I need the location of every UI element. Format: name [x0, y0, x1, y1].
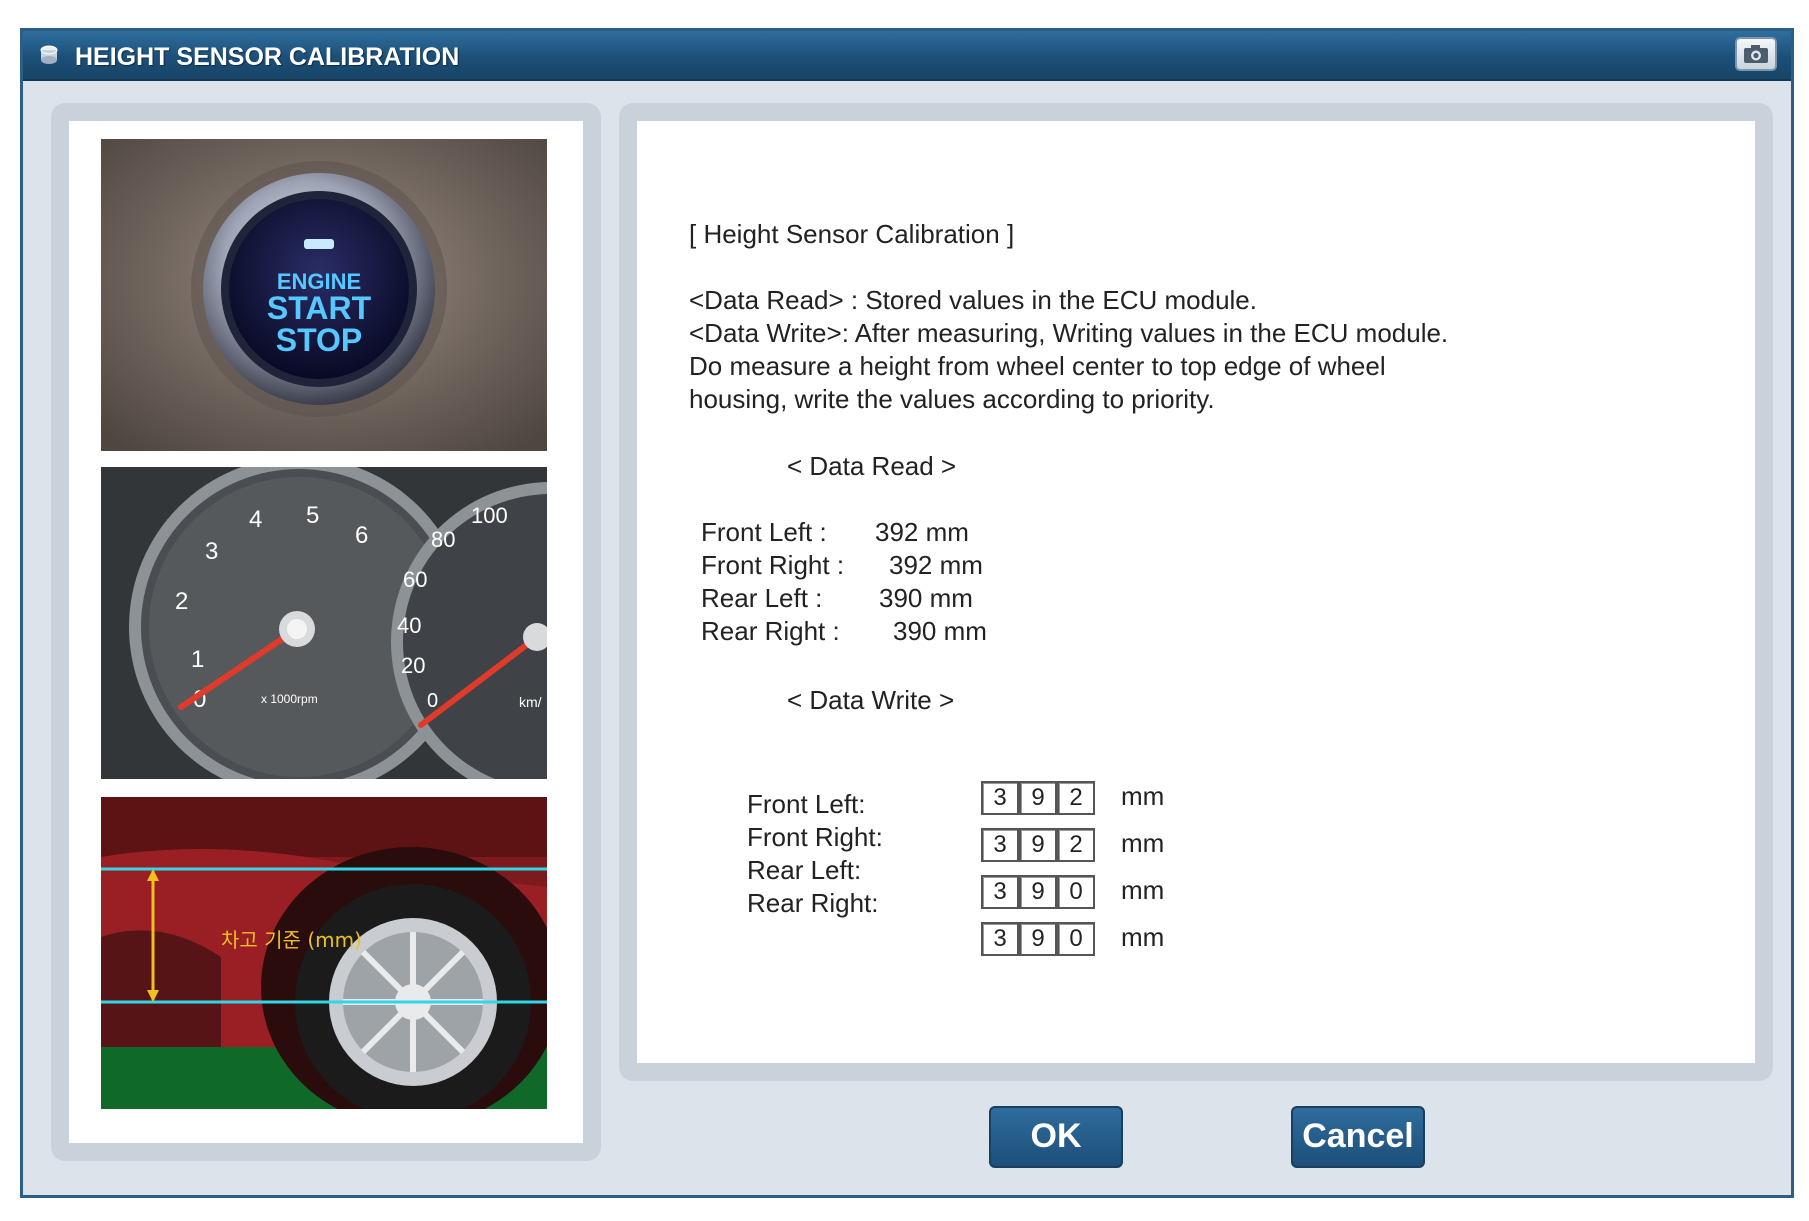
description-line-2: <Data Write>: After measuring, Writing v…: [689, 318, 1449, 348]
write-label-front-left: Front Left:: [747, 789, 866, 819]
read-value-front-left: 392 mm: [875, 517, 969, 547]
write-label-rear-left: Rear Left:: [747, 855, 862, 885]
tach-tick-4: 4: [249, 506, 262, 533]
digit-input[interactable]: 3: [981, 875, 1019, 909]
camera-icon: [1744, 45, 1768, 63]
tach-tick-1: 1: [191, 646, 204, 673]
digit-input[interactable]: 2: [1057, 828, 1095, 862]
cancel-button[interactable]: Cancel: [1291, 1106, 1425, 1168]
read-value-rear-left: 390 mm: [879, 583, 973, 613]
ok-button[interactable]: OK: [989, 1106, 1123, 1168]
read-value-front-right: 392 mm: [889, 550, 983, 580]
tach-tick-5: 5: [306, 502, 319, 529]
start-label: START: [267, 290, 372, 326]
read-label-rear-left: Rear Left :: [701, 583, 823, 613]
speed-tick-40: 40: [397, 613, 421, 638]
stop-label: STOP: [276, 322, 363, 358]
digit-input[interactable]: 9: [1019, 828, 1057, 862]
digit-input[interactable]: 3: [981, 781, 1019, 815]
title-bar: HEIGHT SENSOR CALIBRATION: [23, 31, 1791, 81]
read-label-front-right: Front Right :: [701, 550, 845, 580]
description-line-1: <Data Read> : Stored values in the ECU m…: [689, 285, 1257, 315]
description-line-3: Do measure a height from wheel center to…: [689, 351, 1386, 381]
instrument-cluster-image: 1 2 3 4 5 6 0 x 1000rpm 20 40 60 80 100 …: [101, 467, 547, 779]
digit-input[interactable]: 2: [1057, 781, 1095, 815]
screenshot-button[interactable]: [1735, 37, 1777, 71]
engine-start-button-image: ENGINE START STOP: [101, 139, 547, 451]
speed-tick-0: 0: [427, 690, 438, 712]
digit-input[interactable]: 9: [1019, 875, 1057, 909]
speed-tick-60: 60: [403, 567, 427, 592]
content-heading: [ Height Sensor Calibration ]: [689, 219, 1015, 249]
speed-unit: km/: [519, 694, 542, 710]
right-content-panel: [ Height Sensor Calibration ] <Data Read…: [619, 103, 1773, 1081]
tach-tick-6: 6: [355, 522, 368, 549]
read-label-front-left: Front Left :: [701, 517, 827, 547]
write-label-front-right: Front Right:: [747, 822, 883, 852]
speed-tick-80: 80: [431, 527, 455, 552]
calibration-window: HEIGHT SENSOR CALIBRATION ENGINE START S…: [20, 28, 1794, 1198]
unit-label: mm: [1121, 875, 1165, 905]
write-label-rear-right: Rear Right:: [747, 888, 879, 918]
read-value-rear-right: 390 mm: [893, 616, 987, 646]
digit-input[interactable]: 3: [981, 922, 1019, 956]
tach-unit: x 1000rpm: [261, 692, 318, 706]
speed-tick-100: 100: [471, 503, 508, 528]
description-line-4: housing, write the values according to p…: [689, 384, 1215, 414]
unit-label: mm: [1121, 781, 1165, 811]
image-container: ENGINE START STOP 1 2 3 4 5 6 0 x 1000rp…: [69, 121, 583, 1143]
digit-input[interactable]: 0: [1057, 922, 1095, 956]
digit-input[interactable]: 0: [1057, 875, 1095, 909]
unit-label: mm: [1121, 828, 1165, 858]
wheel-height-image: 차고 기준 (mm): [101, 797, 547, 1109]
content-area: [ Height Sensor Calibration ] <Data Read…: [637, 121, 1755, 1063]
left-image-panel: ENGINE START STOP 1 2 3 4 5 6 0 x 1000rp…: [51, 103, 601, 1161]
digit-input[interactable]: 9: [1019, 922, 1057, 956]
data-write-title: < Data Write >: [787, 685, 955, 715]
digit-input[interactable]: 3: [981, 828, 1019, 862]
unit-label: mm: [1121, 922, 1165, 952]
tach-tick-3: 3: [205, 538, 218, 565]
data-read-title: < Data Read >: [787, 451, 957, 481]
height-reference-label: 차고 기준 (mm): [221, 928, 362, 952]
tach-tick-2: 2: [175, 588, 188, 615]
read-label-rear-right: Rear Right :: [701, 616, 840, 646]
digit-input[interactable]: 9: [1019, 781, 1057, 815]
window-title: HEIGHT SENSOR CALIBRATION: [75, 43, 460, 71]
window-app-icon: [40, 45, 58, 64]
speed-tick-20: 20: [401, 653, 425, 678]
